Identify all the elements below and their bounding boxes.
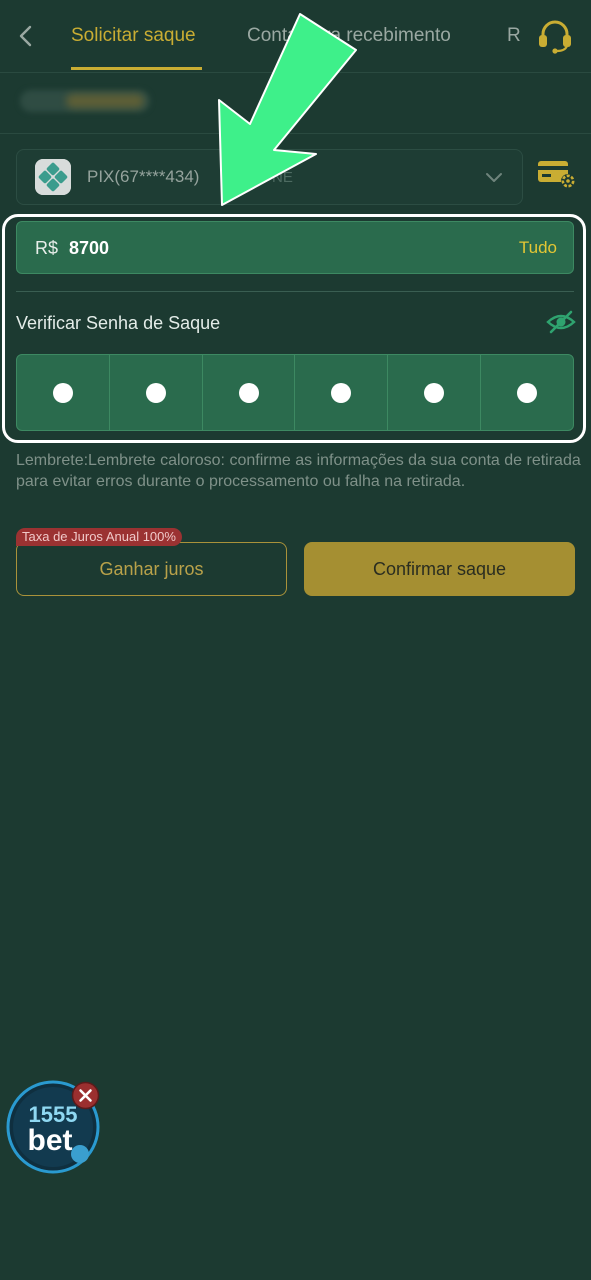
currency-symbol: R$ bbox=[35, 238, 59, 258]
account-label: PIX(67****434) bbox=[87, 167, 200, 186]
pin-dot bbox=[52, 382, 73, 403]
divider bbox=[16, 291, 574, 292]
chevron-down-icon bbox=[486, 173, 502, 182]
pin-digit[interactable] bbox=[481, 355, 573, 430]
withdraw-all-button[interactable]: Tudo bbox=[519, 238, 557, 258]
reminder-text: Lembrete:Lembrete caloroso: confirme as … bbox=[16, 452, 581, 490]
pin-dot bbox=[331, 382, 352, 403]
account-suffix: NE bbox=[272, 169, 293, 186]
withdrawal-password-label: Verificar Senha de Saque bbox=[16, 313, 221, 333]
eye-hidden-icon[interactable] bbox=[546, 309, 576, 335]
interest-rate-badge: Taxa de Juros Anual 100% bbox=[16, 528, 182, 546]
top-navigation: Solicitar saque Conta para recebimento R bbox=[0, 0, 591, 73]
pin-digit[interactable] bbox=[110, 355, 203, 430]
tab-receiving-account[interactable]: Conta para recebimento bbox=[247, 25, 451, 47]
pin-digit[interactable] bbox=[17, 355, 110, 430]
pix-logo-icon bbox=[35, 159, 71, 195]
active-tab-indicator bbox=[71, 67, 202, 70]
pin-digit[interactable] bbox=[388, 355, 482, 430]
pin-dot bbox=[517, 382, 538, 403]
pin-dot bbox=[424, 382, 445, 403]
pin-dot bbox=[145, 382, 166, 403]
password-pin-input[interactable] bbox=[16, 354, 574, 431]
pin-digit[interactable] bbox=[203, 355, 296, 430]
earn-interest-button[interactable]: Ganhar juros bbox=[16, 542, 287, 596]
card-settings-icon[interactable] bbox=[537, 158, 577, 190]
close-icon[interactable] bbox=[71, 1081, 100, 1110]
pin-digit[interactable] bbox=[295, 355, 389, 430]
confirm-withdrawal-button[interactable]: Confirmar saque bbox=[304, 542, 575, 596]
withdrawal-account-select[interactable]: PIX(67****434) NE bbox=[16, 149, 523, 205]
tab-records[interactable]: R bbox=[507, 25, 521, 47]
pin-dot bbox=[238, 382, 259, 403]
blurred-balance-value bbox=[66, 94, 144, 108]
amount-value[interactable]: 8700 bbox=[69, 238, 109, 259]
headset-support-icon[interactable] bbox=[535, 17, 575, 55]
back-arrow-icon[interactable] bbox=[14, 22, 40, 50]
tab-request-withdrawal[interactable]: Solicitar saque bbox=[71, 25, 196, 47]
withdrawal-amount-field[interactable]: R$ 8700 Tudo bbox=[16, 221, 574, 274]
badge-word: bet bbox=[28, 1124, 73, 1157]
